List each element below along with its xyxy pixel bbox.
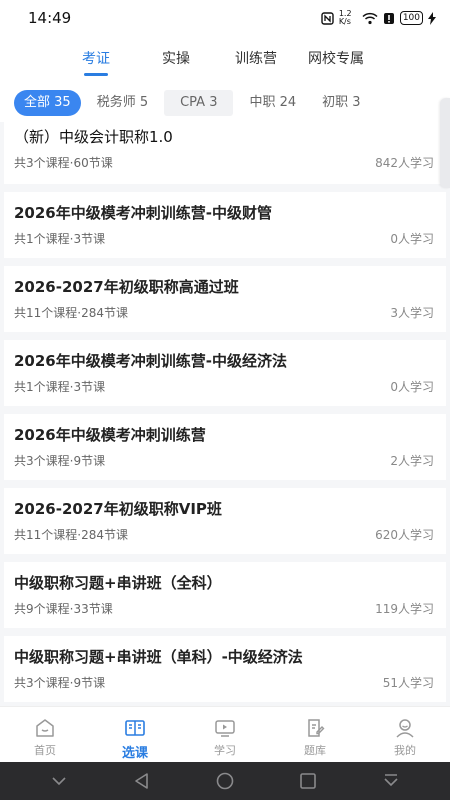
course-meta: 共9个课程·33节课 [14, 602, 113, 616]
book-icon [125, 720, 145, 736]
tab-practice[interactable]: 实操 [136, 36, 216, 84]
course-title: 2026-2027年初级职称VIP班 [14, 500, 222, 518]
nav-study[interactable]: 学习 [180, 707, 270, 762]
course-title: 2026年中级模考冲刺训练营 [14, 426, 206, 444]
notification-pull-icon[interactable] [381, 771, 401, 791]
back-icon[interactable] [132, 771, 152, 791]
nav-courses[interactable]: 选课 [90, 707, 180, 762]
course-learners: 620人学习 [375, 528, 434, 542]
course-meta: 共1个课程·3节课 [14, 232, 106, 246]
course-learners: 842人学习 [375, 156, 434, 170]
course-card[interactable]: 2026年中级模考冲刺训练营-中级财管 共1个课程·3节课 0人学习 [4, 192, 446, 258]
alert-icon [383, 12, 395, 25]
course-card[interactable]: 2026年中级模考冲刺训练营-中级经济法 共1个课程·3节课 0人学习 [4, 340, 446, 406]
nfc-icon [321, 11, 334, 25]
filter-tax[interactable]: 税务师 5 [87, 90, 158, 116]
system-nav-bar [0, 762, 450, 800]
nav-label: 选课 [121, 746, 148, 761]
course-learners: 2人学习 [390, 454, 434, 468]
battery-icon: 100 [399, 11, 423, 25]
video-icon [215, 720, 235, 737]
nav-label: 首页 [34, 744, 56, 757]
course-title: 中级职称习题+串讲班（全科） [14, 574, 222, 592]
status-icons: 1.2 K/s 100 [321, 10, 436, 26]
nav-label: 学习 [214, 744, 236, 757]
course-card[interactable]: 中级职称习题+串讲班（全科） 共9个课程·33节课 119人学习 [4, 562, 446, 628]
course-card[interactable]: 中级职称习题+串讲班（单科）-中级经济法 共3个课程·9节课 51人学习 [4, 636, 446, 702]
home-button-icon[interactable] [215, 771, 235, 791]
course-title: 中级职称习题+串讲班（单科）-中级经济法 [14, 648, 303, 666]
course-meta: 共3个课程·60节课 [14, 156, 113, 170]
wifi-icon [362, 12, 378, 25]
charging-icon [428, 11, 436, 25]
course-meta: 共11个课程·284节课 [14, 528, 128, 542]
course-title: 2026年中级模考冲刺训练营-中级经济法 [14, 352, 287, 370]
course-meta: 共11个课程·284节课 [14, 306, 128, 320]
bottom-nav: 首页 选课 学习 题库 我的 [0, 706, 450, 762]
battery-level: 100 [402, 12, 420, 23]
nav-question-bank[interactable]: 题库 [270, 707, 360, 762]
course-title: 2026年中级模考冲刺训练营-中级财管 [14, 204, 272, 222]
course-learners: 0人学习 [390, 232, 434, 246]
course-card[interactable]: （新）中级会计职称1.0 共3个课程·60节课 842人学习 [4, 122, 446, 184]
filter-all[interactable]: 全部 35 [14, 90, 81, 116]
status-time: 14:49 [28, 9, 72, 27]
chevron-down-icon[interactable] [49, 771, 69, 791]
edit-icon [308, 719, 325, 737]
filter-row: 全部 35 税务师 5 CPA 3 中职 24 初职 3 [0, 84, 450, 122]
tab-exam[interactable]: 考证 [56, 36, 136, 84]
nav-profile[interactable]: 我的 [360, 707, 450, 762]
course-card[interactable]: 2026-2027年初级职称高通过班 共11个课程·284节课 3人学习 [4, 266, 446, 332]
net-speed: 1.2 K/s [338, 9, 352, 26]
top-tabs: 考证 实操 训练营 网校专属 [0, 36, 450, 84]
course-title: 2026-2027年初级职称高通过班 [14, 278, 239, 296]
course-meta: 共3个课程·9节课 [14, 454, 106, 468]
tab-school-exclusive[interactable]: 网校专属 [296, 36, 376, 84]
course-card[interactable]: 2026年中级模考冲刺训练营 共3个课程·9节课 2人学习 [4, 414, 446, 480]
nav-label: 我的 [394, 744, 416, 757]
course-learners: 119人学习 [375, 602, 434, 616]
filter-cpa[interactable]: CPA 3 [164, 90, 234, 116]
course-title: （新）中级会计职称1.0 [14, 128, 173, 146]
filter-intermediate[interactable]: 中职 24 [239, 90, 306, 116]
user-icon [396, 719, 414, 738]
course-meta: 共3个课程·9节课 [14, 676, 106, 690]
tab-bootcamp[interactable]: 训练营 [216, 36, 296, 84]
nav-label: 题库 [304, 744, 326, 757]
course-meta: 共1个课程·3节课 [14, 380, 106, 394]
course-learners: 0人学习 [390, 380, 434, 394]
status-bar: 14:49 1.2 K/s 100 [0, 0, 450, 36]
home-icon [36, 719, 54, 737]
course-learners: 3人学习 [390, 306, 434, 320]
nav-home[interactable]: 首页 [0, 707, 90, 762]
course-card[interactable]: 2026-2027年初级职称VIP班 共11个课程·284节课 620人学习 [4, 488, 446, 554]
filter-junior[interactable]: 初职 3 [312, 90, 370, 116]
course-learners: 51人学习 [382, 676, 434, 690]
course-list: （新）中级会计职称1.0 共3个课程·60节课 842人学习 2026年中级模考… [0, 122, 450, 706]
scrollbar-thumb[interactable] [440, 98, 450, 188]
recents-icon[interactable] [298, 771, 318, 791]
